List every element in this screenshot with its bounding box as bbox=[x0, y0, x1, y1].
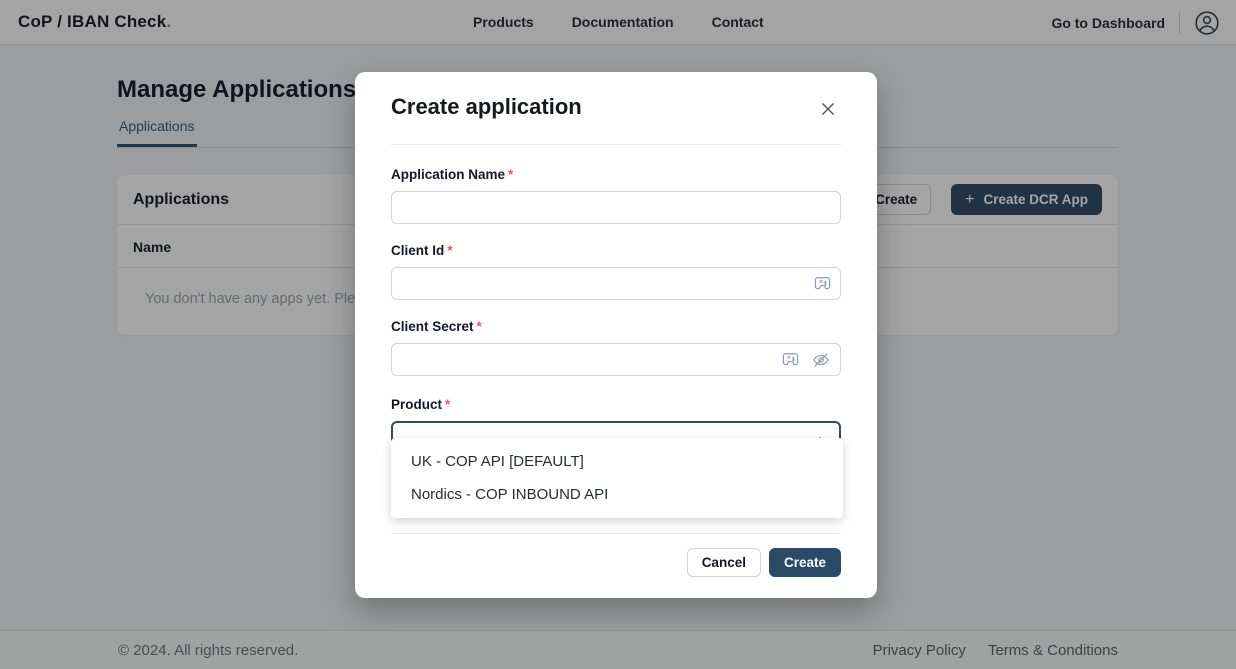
svg-text:*: * bbox=[787, 354, 791, 363]
application-name-field-wrap bbox=[391, 191, 841, 224]
client-secret-label: Client Secret* bbox=[391, 319, 841, 334]
modal-actions: Cancel Create bbox=[687, 548, 841, 577]
client-id-field-wrap: * bbox=[391, 267, 841, 300]
modal-header: Create application bbox=[391, 72, 841, 125]
required-asterisk: * bbox=[445, 397, 450, 412]
required-asterisk: * bbox=[477, 319, 482, 334]
product-label-text: Product bbox=[391, 397, 442, 412]
client-secret-label-text: Client Secret bbox=[391, 319, 474, 334]
application-name-label-text: Application Name bbox=[391, 167, 505, 182]
dropdown-option-uk-cop-api[interactable]: UK - COP API [DEFAULT] bbox=[391, 445, 843, 478]
svg-text:*: * bbox=[819, 278, 823, 287]
client-id-label-text: Client Id bbox=[391, 243, 444, 258]
password-manager-icon[interactable]: * bbox=[814, 276, 831, 291]
close-icon[interactable] bbox=[815, 96, 841, 125]
client-secret-input[interactable] bbox=[391, 343, 841, 376]
modal-title-divider bbox=[391, 144, 841, 145]
application-name-input[interactable] bbox=[391, 191, 841, 224]
password-manager-icon[interactable]: * bbox=[782, 352, 799, 367]
screen: CoP / IBAN Check. Products Documentation… bbox=[0, 0, 1236, 669]
cancel-button[interactable]: Cancel bbox=[687, 548, 761, 577]
client-id-input[interactable] bbox=[391, 267, 841, 300]
required-asterisk: * bbox=[447, 243, 452, 258]
application-name-label: Application Name* bbox=[391, 167, 841, 182]
modal-title: Create application bbox=[391, 94, 582, 120]
product-label: Product* bbox=[391, 397, 841, 412]
dropdown-option-nordics-cop-inbound-api[interactable]: Nordics - COP INBOUND API bbox=[391, 478, 843, 511]
client-id-label: Client Id* bbox=[391, 243, 841, 258]
create-application-modal: Create application Application Name* Cli… bbox=[355, 72, 877, 598]
required-asterisk: * bbox=[508, 167, 513, 182]
client-secret-field-wrap: * bbox=[391, 343, 841, 376]
product-dropdown-menu: UK - COP API [DEFAULT] Nordics - COP INB… bbox=[391, 438, 843, 518]
modal-footer-divider bbox=[391, 533, 841, 534]
modal-create-button[interactable]: Create bbox=[769, 548, 841, 577]
toggle-visibility-icon[interactable] bbox=[811, 351, 831, 369]
